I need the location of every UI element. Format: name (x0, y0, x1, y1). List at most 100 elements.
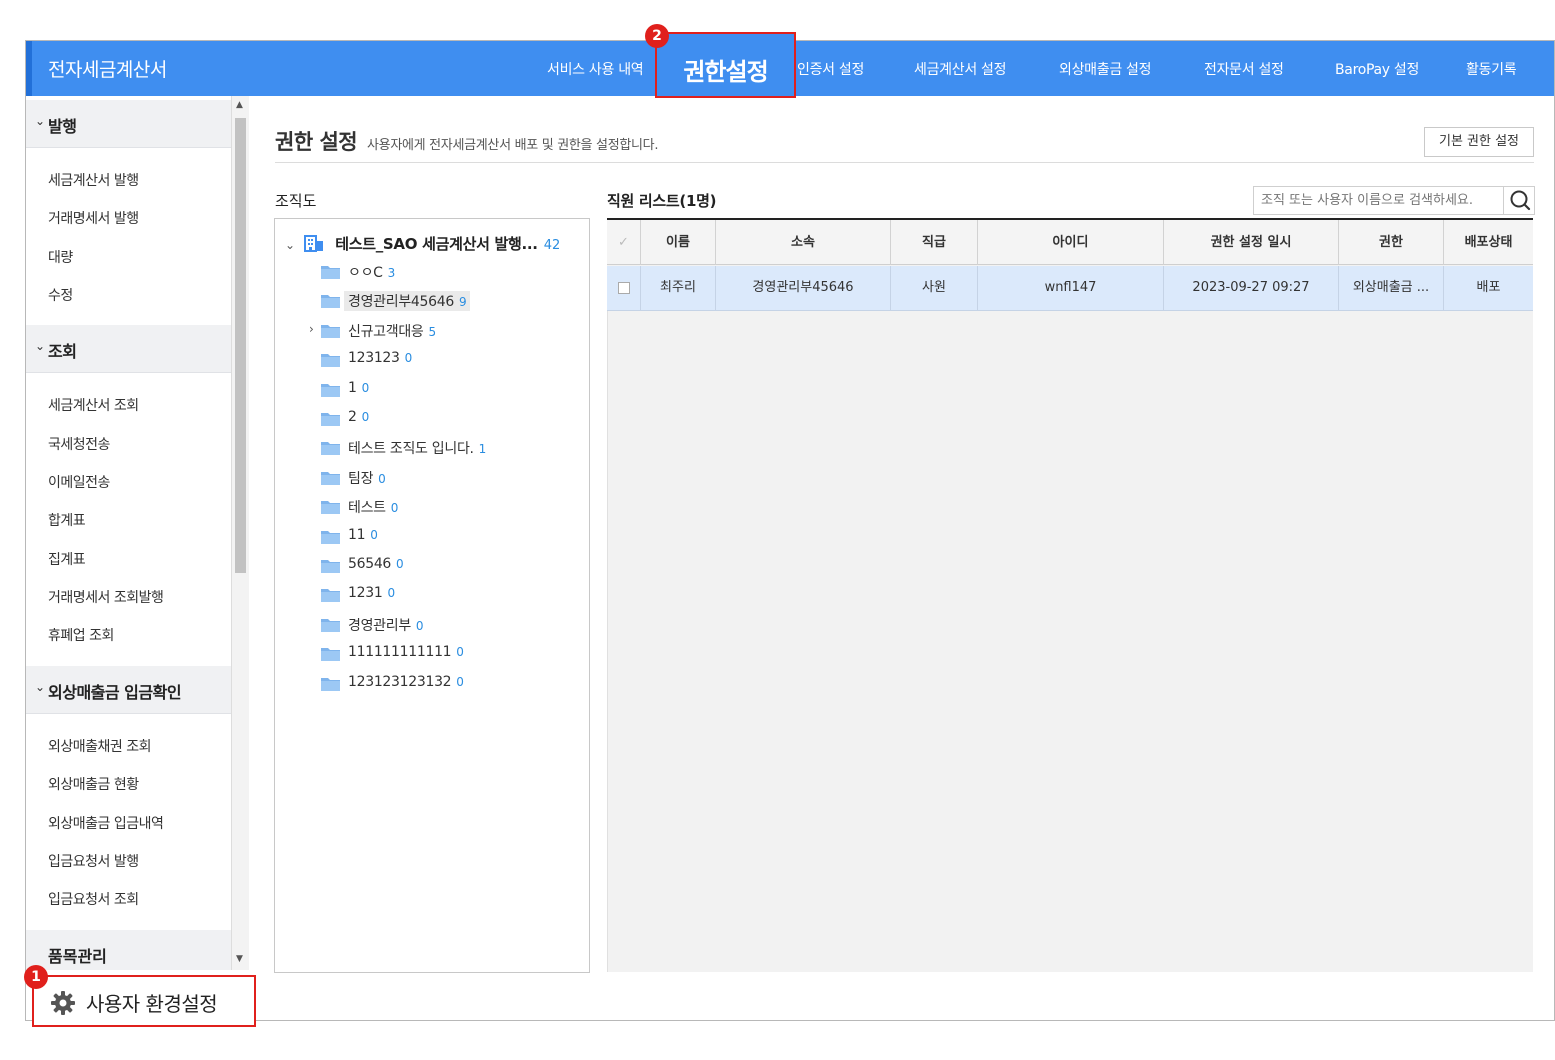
cell-rank: 사원 (891, 266, 978, 310)
tree-item-count: 0 (456, 674, 464, 689)
scrollbar-thumb[interactable] (235, 118, 246, 573)
tree-item-name: 111111111111 (348, 644, 452, 661)
tree-item-name: 경영관리부45646 (348, 294, 454, 311)
tree-item-count: 0 (415, 618, 424, 633)
sidebar: ⌄ 발행 세금계산서 발행 거래명세서 발행 대량 수정 ⌄ 조회 세금계산서 … (26, 96, 232, 970)
chevron-down-icon: ⌄ (35, 680, 46, 694)
folder-icon (321, 530, 340, 544)
user-settings-button[interactable]: 사용자 환경설정 (32, 975, 256, 1027)
nav-edoc-settings[interactable]: 전자문서 설정 (1204, 59, 1284, 79)
sidebar-item[interactable]: 집계표 (48, 549, 86, 569)
tree-item-count: 0 (361, 380, 370, 395)
sidebar-item[interactable]: 거래명세서 조회발행 (48, 587, 164, 607)
tree-item-label: 신규고객대응 5 (348, 321, 436, 341)
sidebar-item[interactable]: 휴폐업 조회 (48, 625, 114, 645)
nav-tax-invoice-settings[interactable]: 세금계산서 설정 (914, 59, 1007, 79)
tree-root-count: 42 (543, 238, 561, 253)
sidebar-item[interactable]: 세금계산서 발행 (48, 170, 139, 190)
default-permission-button[interactable]: 기본 권한 설정 (1424, 127, 1534, 157)
tree-item-count: 0 (404, 351, 413, 366)
sidebar-section-products[interactable]: 품목관리 (26, 930, 231, 970)
sidebar-item[interactable]: 수정 (48, 285, 73, 305)
sidebar-scrollbar[interactable]: ▲ ▼ (232, 96, 249, 970)
tab-permission-settings[interactable]: 권한설정 (655, 32, 796, 98)
tree-root-name: 테스트_SAO 세금계산서 발행... (335, 235, 538, 253)
employee-table: ✓ 이름 소속 직급 아이디 권한 설정 일시 권한 배포상태 최주리 경영관리… (607, 218, 1533, 972)
nav-activity-log[interactable]: 활동기록 (1466, 59, 1517, 79)
table-row[interactable]: 최주리 경영관리부45646 사원 wnfl147 2023-09-27 09:… (607, 266, 1533, 311)
page-description: 사용자에게 전자세금계산서 배포 및 권한을 설정합니다. (367, 138, 659, 153)
sidebar-item[interactable]: 외상매출채권 조회 (48, 736, 152, 756)
folder-icon (321, 648, 340, 662)
tree-item-name: 팀장 (348, 470, 374, 487)
sidebar-item[interactable]: 세금계산서 조회 (48, 395, 139, 415)
tree-item-name: 신규고객대응 (348, 323, 424, 340)
sidebar-item[interactable]: 대량 (48, 247, 73, 267)
column-header[interactable]: 권한 설정 일시 (1164, 220, 1339, 265)
user-settings-label: 사용자 환경설정 (86, 992, 218, 1016)
folder-icon (321, 471, 340, 485)
tree-item-name: 11 (348, 526, 366, 543)
tree-root[interactable]: ⌄ 테스트_SAO 세금계산서 발행... 42 (285, 233, 560, 254)
tree-item-name: 1 (348, 379, 357, 396)
sidebar-item[interactable]: 외상매출금 입금내역 (48, 813, 164, 833)
section-title: 발행 (48, 117, 77, 136)
sidebar-item[interactable]: 입금요청서 발행 (48, 851, 139, 871)
sidebar-item[interactable]: 입금요청서 조회 (48, 889, 139, 909)
scroll-up-icon[interactable]: ▲ (236, 100, 243, 110)
gear-icon (51, 991, 75, 1015)
search-input[interactable] (1254, 187, 1504, 214)
column-header[interactable]: 권한 (1339, 220, 1444, 265)
scroll-down-icon[interactable]: ▼ (236, 954, 243, 964)
folder-icon (321, 442, 340, 456)
nav-receivables-settings[interactable]: 외상매출금 설정 (1059, 59, 1152, 79)
folder-icon (321, 560, 340, 573)
callout-badge-2: 2 (645, 24, 669, 48)
tree-item-count: 0 (378, 471, 386, 486)
sidebar-section-issue[interactable]: ⌄ 발행 (26, 100, 231, 148)
tree-item-name: 123123123132 (348, 673, 452, 690)
search-button[interactable] (1503, 186, 1535, 215)
tree-item-count: 1 (478, 442, 487, 457)
sidebar-item[interactable]: 합계표 (48, 510, 86, 530)
chevron-right-icon[interactable]: › (309, 322, 314, 336)
cell-id: wnfl147 (978, 266, 1164, 310)
nav-service-usage[interactable]: 서비스 사용 내역 (547, 59, 644, 79)
nav-baropay-settings[interactable]: BaroPay 설정 (1335, 59, 1419, 79)
tree-item-count: 0 (390, 501, 399, 516)
folder-icon (321, 618, 340, 632)
nav-certificate-settings[interactable]: 인증서 설정 (797, 59, 864, 79)
section-title: 외상매출금 입금확인 (48, 683, 182, 702)
sidebar-item[interactable]: 국세청전송 (48, 434, 110, 454)
sidebar-section-inquiry[interactable]: ⌄ 조회 (26, 325, 231, 373)
cell-name: 최주리 (641, 266, 716, 310)
sidebar-item[interactable]: 거래명세서 발행 (48, 208, 139, 228)
column-header[interactable]: 아이디 (978, 220, 1164, 265)
sidebar-item[interactable]: 이메일전송 (48, 472, 110, 492)
checkbox[interactable] (617, 281, 630, 294)
chevron-down-icon[interactable]: ⌄ (285, 238, 297, 252)
column-header[interactable]: 배포상태 (1444, 220, 1533, 265)
tree-item-name: 테스트 조직도 입니다. (348, 441, 474, 458)
org-tree: ⌄ 테스트_SAO 세금계산서 발행... 42 ㅇㅇC 3 경영관리부45646 9 신… (274, 218, 590, 973)
sidebar-item[interactable]: 외상매출금 현황 (48, 774, 139, 794)
tree-item-name: 1231 (348, 585, 383, 602)
tree-item-name: 56546 (348, 556, 392, 572)
tree-item-label: 경영관리부45646 9 (344, 291, 471, 312)
column-header[interactable]: 이름 (641, 220, 716, 265)
callout-badge-1: 1 (24, 965, 48, 989)
org-chart-label: 조직도 (275, 192, 317, 210)
tree-item-name: 테스트 (348, 500, 386, 517)
folder-icon (321, 413, 340, 426)
sidebar-section-receivables[interactable]: ⌄ 외상매출금 입금확인 (26, 666, 231, 714)
column-header[interactable]: 직급 (891, 220, 978, 265)
select-all-check-icon[interactable]: ✓ (607, 220, 641, 265)
row-checkbox[interactable] (607, 266, 641, 310)
tree-item-label: 123123123132 0 (348, 674, 464, 690)
column-header[interactable]: 소속 (716, 220, 891, 265)
tree-item-label: 123123 0 (348, 350, 412, 366)
tree-item-count: 0 (361, 410, 370, 424)
section-title: 품목관리 (48, 947, 107, 966)
top-bar-accent (26, 41, 32, 96)
tree-item-name: 2 (348, 409, 357, 425)
